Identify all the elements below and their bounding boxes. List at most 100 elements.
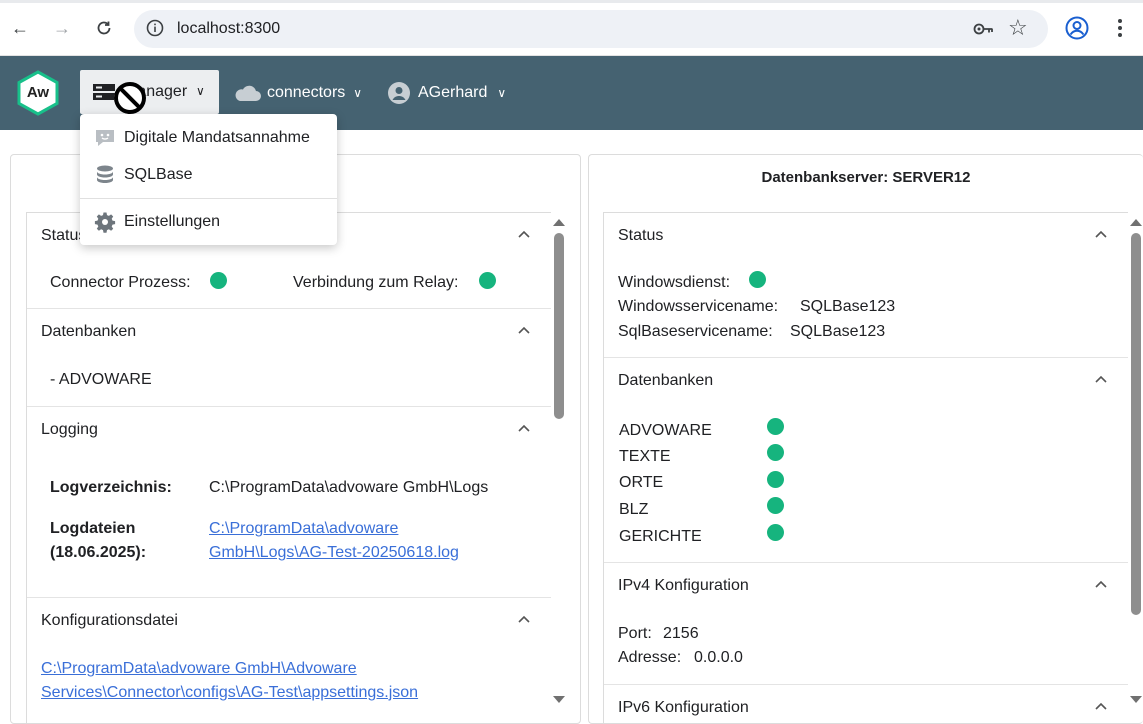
windows-service-status-dot (749, 271, 766, 288)
menu-item-digitale-mandatsannahme[interactable]: Digitale Mandatsannahme (80, 120, 337, 156)
ipv4-config-section: IPv4 Konfiguration Port: 2156 Adresse: 0… (604, 563, 1128, 685)
logo-text: Aw (26, 84, 50, 101)
ipv4-port-label: Port: (618, 625, 652, 642)
database-server-scrollbar[interactable] (1128, 215, 1143, 705)
databases-heading[interactable]: Datenbanken (41, 323, 136, 341)
log-file-link[interactable]: C:\ProgramData\advoware (209, 520, 398, 538)
chevron-up-icon[interactable] (517, 227, 531, 241)
relay-status-dot (479, 272, 496, 289)
databases-section: Datenbanken - ADVOWARE (27, 309, 551, 407)
ipv6-config-section: IPv6 Konfiguration (604, 685, 1128, 723)
scroll-thumb[interactable] (554, 233, 564, 419)
log-file-link-continued[interactable]: GmbH\Logs\AG-Test-20250618.log (209, 544, 459, 562)
config-file-heading[interactable]: Konfigurationsdatei (41, 612, 178, 630)
connector-scroll-area[interactable]: Status Connector Prozess: Verbindung zum… (26, 212, 551, 723)
forward-arrow-icon[interactable]: → (48, 14, 76, 42)
chevron-down-icon: ∨ (497, 86, 507, 100)
chevron-up-icon[interactable] (1094, 372, 1108, 386)
site-info-icon[interactable] (146, 19, 164, 37)
menu-item-label: Einstellungen (124, 213, 221, 230)
config-file-link[interactable]: C:\ProgramData\advoware GmbH\Advoware (41, 660, 357, 678)
scroll-up-arrow-icon[interactable] (553, 219, 565, 226)
scroll-down-arrow-icon[interactable] (553, 696, 565, 703)
connector-process-label: Connector Prozess: (50, 274, 191, 291)
menu-item-einstellungen[interactable]: Einstellungen (80, 204, 337, 240)
config-file-section: Konfigurationsdatei C:\ProgramData\advow… (27, 598, 551, 723)
database-name: TEXTE (619, 448, 671, 465)
chevron-down-icon: ∨ (196, 84, 205, 98)
database-server-scroll-area[interactable]: Status Windowsdienst: Windowsservicename… (603, 212, 1128, 723)
url-text[interactable]: localhost:8300 (177, 20, 280, 38)
chevron-down-icon: ∨ (353, 86, 363, 100)
server-databases-heading[interactable]: Datenbanken (618, 372, 713, 390)
back-arrow-icon[interactable]: ← (6, 14, 34, 42)
connector-status-dot (210, 272, 227, 289)
database-server-title: Datenbankserver: SERVER12 (761, 169, 971, 186)
sqlbase-service-name-value: SQLBase123 (790, 323, 886, 340)
chevron-up-icon[interactable] (517, 323, 531, 337)
connectors-menu-button[interactable]: connectors ∨ (234, 80, 362, 106)
logging-section: Logging Logverzeichnis: C:\ProgramData\a… (27, 407, 551, 598)
bookmark-star-icon[interactable]: ☆ (1008, 14, 1028, 42)
ipv4-port-value: 2156 (663, 625, 699, 642)
windows-service-name-label: Windowsservicename: (618, 298, 779, 315)
ipv4-config-heading[interactable]: IPv4 Konfiguration (618, 577, 749, 595)
scroll-up-arrow-icon[interactable] (1130, 219, 1142, 226)
chevron-up-icon[interactable] (517, 612, 531, 626)
logging-heading[interactable]: Logging (41, 421, 98, 439)
ipv4-address-value: 0.0.0.0 (694, 649, 743, 666)
gear-icon (94, 212, 116, 233)
chat-bot-icon (96, 130, 114, 146)
log-directory-value: C:\ProgramData\advoware GmbH\Logs (209, 479, 489, 496)
cloud-icon (235, 85, 261, 101)
database-status-dot (767, 418, 784, 435)
log-directory-label: Logverzeichnis: (50, 479, 172, 496)
user-avatar-icon (388, 82, 410, 104)
menu-item-sqlbase[interactable]: SQLBase (80, 157, 337, 193)
database-name: ADVOWARE (619, 422, 712, 439)
server-databases-section: Datenbanken ADVOWARE TEXTE ORTE BLZ GERI… (604, 358, 1128, 563)
not-allowed-cursor-icon (114, 82, 146, 114)
database-server-panel: Datenbankserver: SERVER12 Status Windows… (588, 154, 1143, 724)
database-status-dot (767, 471, 784, 488)
scroll-thumb[interactable] (1131, 233, 1141, 615)
password-key-icon[interactable] (972, 18, 994, 40)
database-name: GERICHTE (619, 528, 702, 545)
reload-icon[interactable] (90, 14, 118, 42)
address-bar[interactable]: localhost:8300 ☆ (134, 10, 1048, 48)
scroll-down-arrow-icon[interactable] (1130, 696, 1142, 703)
ipv6-config-heading[interactable]: IPv6 Konfiguration (618, 699, 749, 717)
browser-menu-icon[interactable] (1110, 14, 1130, 42)
chevron-up-icon[interactable] (1094, 227, 1108, 241)
windows-service-label: Windowsdienst: (618, 274, 731, 291)
profile-icon[interactable] (1064, 15, 1090, 41)
relay-connection-label: Verbindung zum Relay: (293, 274, 459, 291)
database-status-dot (767, 524, 784, 541)
menu-divider (80, 198, 337, 199)
server-status-heading[interactable]: Status (618, 227, 663, 245)
database-status-dot (767, 497, 784, 514)
log-files-date: (18.06.2025): (50, 544, 147, 561)
log-files-label: Logdateien (50, 520, 136, 537)
manager-menu-button[interactable]: Manager ∨ (80, 70, 219, 114)
config-file-link-continued[interactable]: Services\Connector\configs\AG-Test\appse… (41, 684, 418, 702)
menu-item-label: Digitale Mandatsannahme (124, 129, 310, 146)
database-item: - ADVOWARE (50, 371, 152, 388)
manager-dropdown-menu: Digitale Mandatsannahme SQLBase Einstell… (80, 114, 337, 245)
chevron-up-icon[interactable] (517, 421, 531, 435)
database-icon (97, 165, 113, 183)
database-name: BLZ (619, 501, 649, 518)
menu-item-label: SQLBase (124, 166, 193, 183)
chevron-up-icon[interactable] (1094, 699, 1108, 713)
user-menu-button[interactable]: AGerhard ∨ (388, 80, 506, 106)
chevron-up-icon[interactable] (1094, 577, 1108, 591)
windows-service-name-value: SQLBase123 (800, 298, 896, 315)
database-name: ORTE (619, 474, 664, 491)
browser-toolbar: ← → localhost:8300 ☆ (0, 0, 1143, 56)
ipv4-address-label: Adresse: (618, 649, 682, 666)
server-status-section: Status Windowsdienst: Windowsservicename… (604, 213, 1128, 358)
tab-strip-edge (0, 0, 1143, 3)
connector-scrollbar[interactable] (551, 215, 567, 705)
app-logo[interactable]: Aw (16, 70, 60, 116)
user-label: AGerhard (418, 84, 488, 101)
